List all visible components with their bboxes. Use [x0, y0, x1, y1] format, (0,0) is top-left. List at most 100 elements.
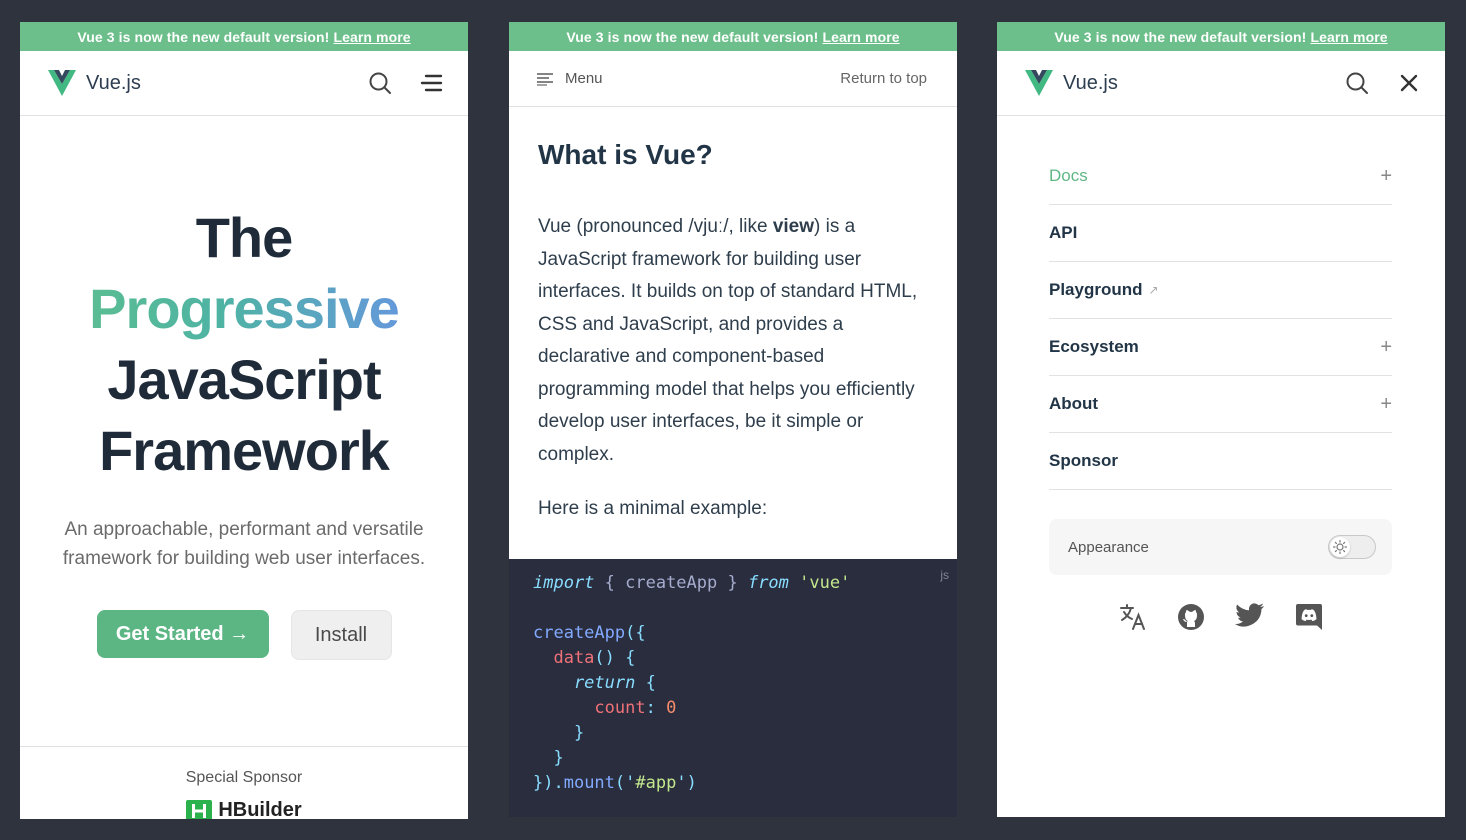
code-token: data	[533, 648, 595, 668]
doc-paragraph: Vue (pronounced /vjuː/, like view) is a …	[538, 211, 928, 471]
doc-heading: What is Vue?	[538, 139, 713, 170]
home-panel: Vue 3 is now the new default version! Le…	[20, 22, 468, 819]
menu-item-ecosystem[interactable]: Ecosystem +	[1049, 319, 1392, 376]
menu-item-label: API	[1049, 223, 1078, 242]
plus-icon[interactable]: +	[1380, 393, 1392, 416]
menu-item-label: Docs	[1049, 166, 1088, 185]
appearance-toggle[interactable]	[1328, 535, 1376, 559]
code-token: mount	[563, 773, 615, 793]
menu-item-playground[interactable]: Playground ↗	[1049, 262, 1392, 319]
learn-more-link[interactable]: Learn more	[1310, 29, 1387, 45]
hero-title-line: Framework	[99, 419, 390, 482]
github-icon[interactable]	[1177, 603, 1205, 631]
brand-name: Vue.js	[86, 71, 141, 94]
menu-item-api[interactable]: API	[1049, 205, 1392, 262]
docs-panel: Vue 3 is now the new default version! Le…	[509, 22, 957, 817]
code-line: import { createApp } from 'vue'	[533, 571, 933, 596]
code-token: }).	[533, 773, 564, 793]
menu-item-label: About	[1049, 394, 1099, 413]
plus-icon[interactable]: +	[1380, 336, 1392, 359]
sun-icon	[1333, 540, 1347, 554]
hero-title-line: The	[195, 206, 294, 269]
code-token: createApp	[533, 623, 626, 643]
plus-icon[interactable]: +	[1380, 165, 1392, 188]
twitter-icon[interactable]	[1235, 603, 1265, 629]
banner-text: Vue 3 is now the new default version!	[77, 28, 330, 45]
social-links	[997, 603, 1445, 631]
code-token: 0	[666, 698, 677, 718]
hero-section: The Progressive JavaScript Framework An …	[20, 116, 468, 660]
code-block: js import { createApp } from 'vue' creat…	[509, 559, 957, 817]
return-to-top-link[interactable]: Return to top	[840, 70, 927, 87]
appearance-row: Appearance	[1049, 519, 1392, 575]
code-token: ('	[614, 773, 636, 793]
code-token: 'vue'	[788, 573, 851, 593]
close-icon[interactable]	[1397, 71, 1421, 95]
navbar: Vue.js	[997, 51, 1445, 116]
doc-local-nav: Menu Return to top	[509, 51, 957, 107]
code-line: return {	[533, 671, 933, 696]
menu-item-label: Playground	[1049, 280, 1143, 299]
learn-more-link[interactable]: Learn more	[822, 29, 899, 45]
toggle-knob	[1330, 537, 1350, 557]
code-token: { createApp }	[594, 573, 748, 593]
discord-icon[interactable]	[1295, 603, 1323, 631]
doc-text: Vue (pronounced /vjuː/, like	[538, 216, 773, 237]
search-icon[interactable]	[368, 71, 392, 95]
sponsor-label: Special Sponsor	[185, 769, 303, 786]
vue-logo-icon	[1025, 70, 1053, 96]
external-link-icon: ↗	[1148, 283, 1159, 297]
sponsor-logo[interactable]: HBuilder	[20, 799, 468, 819]
code-token: #app	[635, 773, 677, 793]
hero-title: The Progressive JavaScript Framework	[20, 202, 468, 486]
navbar: Vue.js	[20, 51, 468, 116]
code-token: :	[645, 698, 667, 718]
mobile-nav-list: Docs + API Playground ↗ Ecosystem + About…	[1049, 148, 1392, 490]
translate-icon[interactable]	[1119, 603, 1147, 631]
brand-name: Vue.js	[1063, 71, 1118, 94]
sponsor-name: HBuilder	[218, 799, 302, 819]
menu-item-about[interactable]: About +	[1049, 376, 1392, 433]
code-token: () {	[594, 648, 636, 668]
code-token: ')	[676, 773, 697, 793]
code-line: }	[533, 723, 585, 743]
code-line: count: 0	[533, 696, 933, 721]
brand-link[interactable]: Vue.js	[48, 70, 141, 96]
menu-label: Menu	[565, 70, 603, 87]
align-left-icon	[537, 72, 553, 86]
install-button[interactable]: Install	[290, 610, 392, 660]
code-line: }	[533, 748, 564, 768]
code-token: count	[533, 698, 646, 718]
code-token: ({	[625, 623, 646, 643]
doc-paragraph: Here is a minimal example:	[538, 498, 768, 519]
menu-button[interactable]: Menu	[537, 70, 603, 87]
mobile-menu-panel: Vue 3 is now the new default version! Le…	[997, 22, 1445, 817]
menu-item-sponsor[interactable]: Sponsor	[1049, 433, 1392, 490]
brand-link[interactable]: Vue.js	[1025, 70, 1118, 96]
doc-text: ) is a JavaScript framework for building…	[538, 216, 918, 465]
hero-tagline: An approachable, performant and versatil…	[62, 519, 426, 569]
banner-text: Vue 3 is now the new default version!	[1054, 28, 1307, 45]
get-started-button[interactable]: Get Started →	[96, 610, 269, 658]
learn-more-link[interactable]: Learn more	[333, 29, 410, 45]
code-token: return	[533, 673, 636, 693]
code-line: data() {	[533, 646, 933, 671]
vue-logo-icon	[48, 70, 76, 96]
search-icon[interactable]	[1345, 71, 1369, 95]
hero-title-line: JavaScript	[107, 348, 381, 411]
menu-item-label: Sponsor	[1049, 451, 1118, 470]
appearance-label: Appearance	[1068, 538, 1149, 556]
hero-title-highlight: Progressive	[20, 273, 468, 344]
announcement-banner: Vue 3 is now the new default version! Le…	[997, 22, 1445, 51]
code-token: from	[747, 573, 789, 593]
code-token: {	[635, 673, 656, 693]
special-sponsor-section: Special Sponsor HBuilder	[20, 746, 468, 819]
code-language-label: js	[940, 568, 949, 582]
banner-text: Vue 3 is now the new default version!	[566, 28, 819, 45]
announcement-banner: Vue 3 is now the new default version! Le…	[509, 22, 957, 51]
menu-item-docs[interactable]: Docs +	[1049, 148, 1392, 205]
announcement-banner: Vue 3 is now the new default version! Le…	[20, 22, 468, 51]
hamburger-menu-icon[interactable]	[420, 71, 444, 95]
doc-text-bold: view	[772, 216, 815, 237]
